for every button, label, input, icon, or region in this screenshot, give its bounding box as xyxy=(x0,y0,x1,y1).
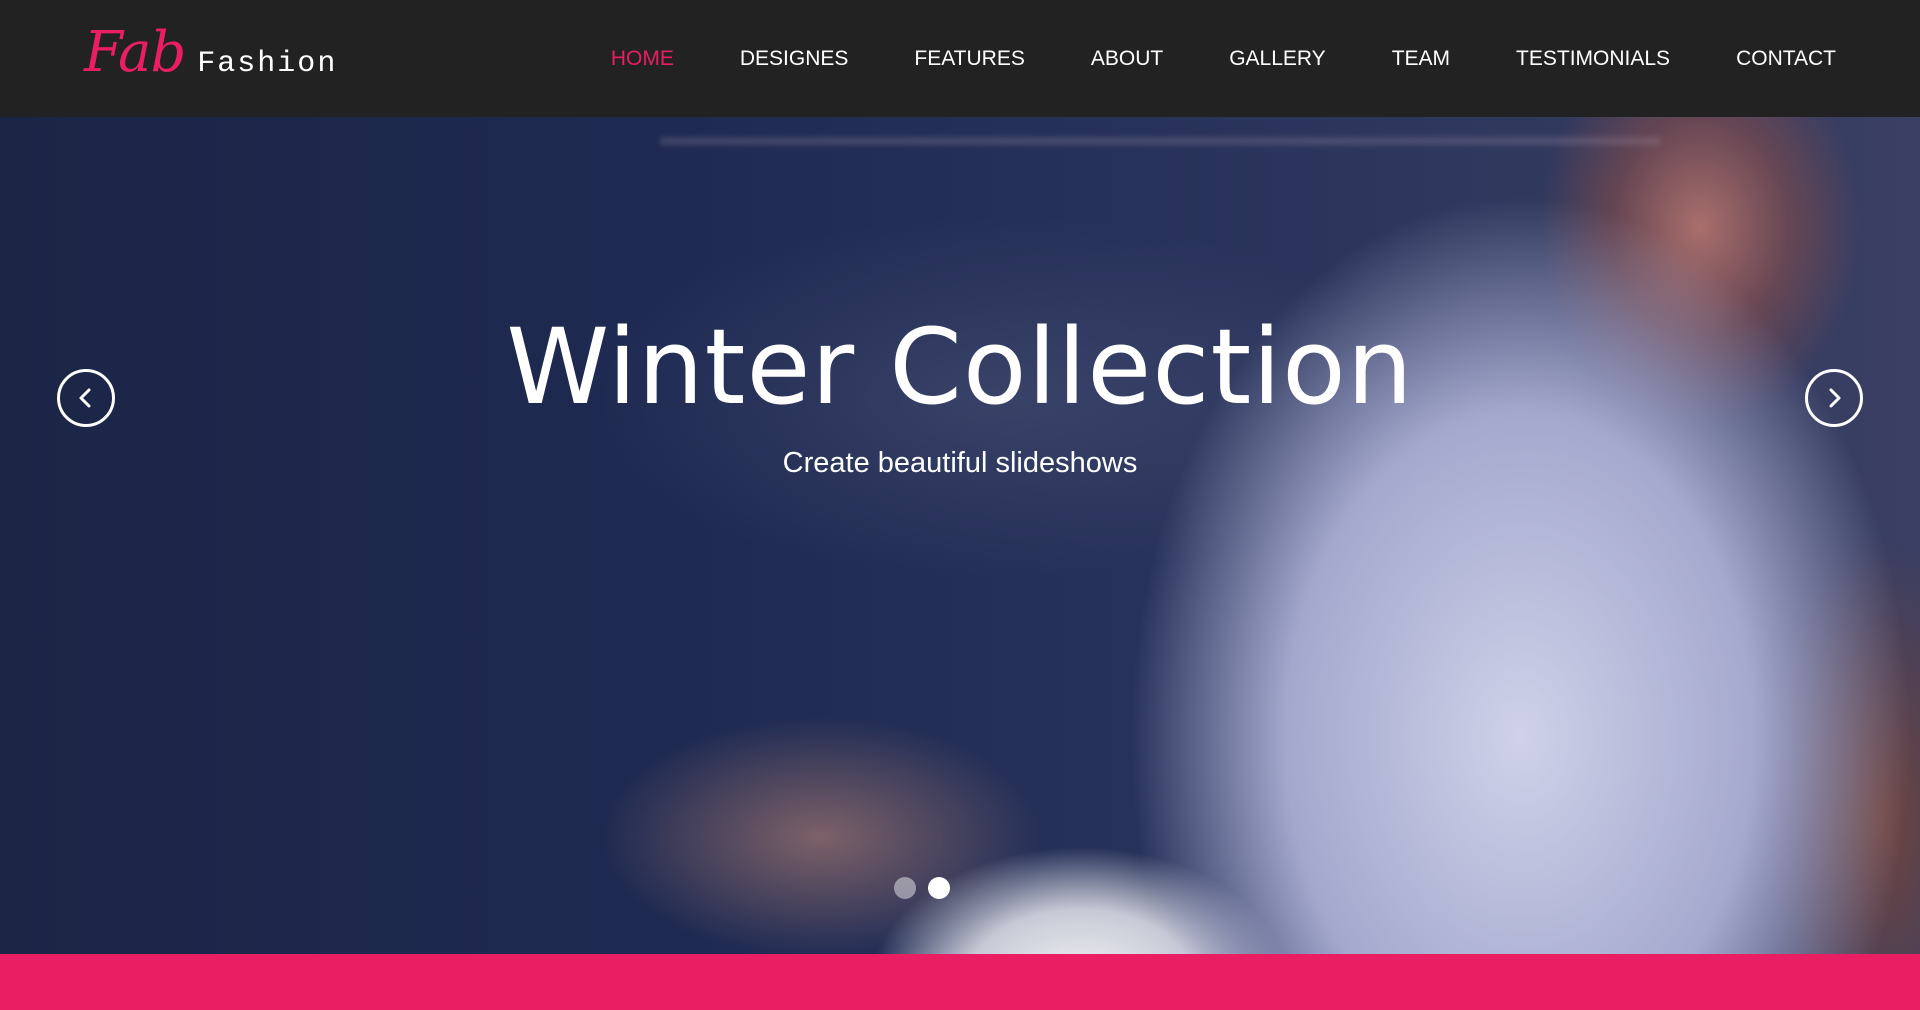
hero-subtitle: Create beautiful slideshows xyxy=(782,447,1138,479)
nav-item-designes[interactable]: DESIGNES xyxy=(740,47,849,71)
slider-prev-button[interactable] xyxy=(57,369,115,427)
brand-logo[interactable]: Fab Fashion xyxy=(84,18,337,88)
hero-background-image xyxy=(0,117,1920,954)
nav-item-team[interactable]: TEAM xyxy=(1392,47,1450,71)
hero-slider: Winter Collection Create beautiful slide… xyxy=(0,117,1920,954)
accent-band xyxy=(0,954,1920,1010)
nav-item-testimonials[interactable]: TESTIMONIALS xyxy=(1516,47,1670,71)
slider-dot-1[interactable] xyxy=(894,877,916,899)
nav-item-features[interactable]: FEATURES xyxy=(914,47,1024,71)
nav-item-home[interactable]: HOME xyxy=(611,47,674,71)
slider-next-button[interactable] xyxy=(1805,369,1863,427)
nav-item-gallery[interactable]: GALLERY xyxy=(1229,47,1326,71)
slider-pagination xyxy=(894,877,950,899)
chevron-left-icon xyxy=(79,388,91,408)
brand-logo-script: Fab xyxy=(84,20,186,85)
site-header: Fab Fashion HOME DESIGNES FEATURES ABOUT… xyxy=(0,0,1920,117)
slider-dot-2[interactable] xyxy=(928,877,950,899)
main-nav: HOME DESIGNES FEATURES ABOUT GALLERY TEA… xyxy=(578,0,1920,117)
nav-item-contact[interactable]: CONTACT xyxy=(1736,47,1836,71)
hero-title: Winter Collection xyxy=(506,306,1414,428)
nav-item-about[interactable]: ABOUT xyxy=(1091,47,1163,71)
brand-logo-word: Fashion xyxy=(197,47,338,81)
chevron-right-icon xyxy=(1829,388,1841,408)
